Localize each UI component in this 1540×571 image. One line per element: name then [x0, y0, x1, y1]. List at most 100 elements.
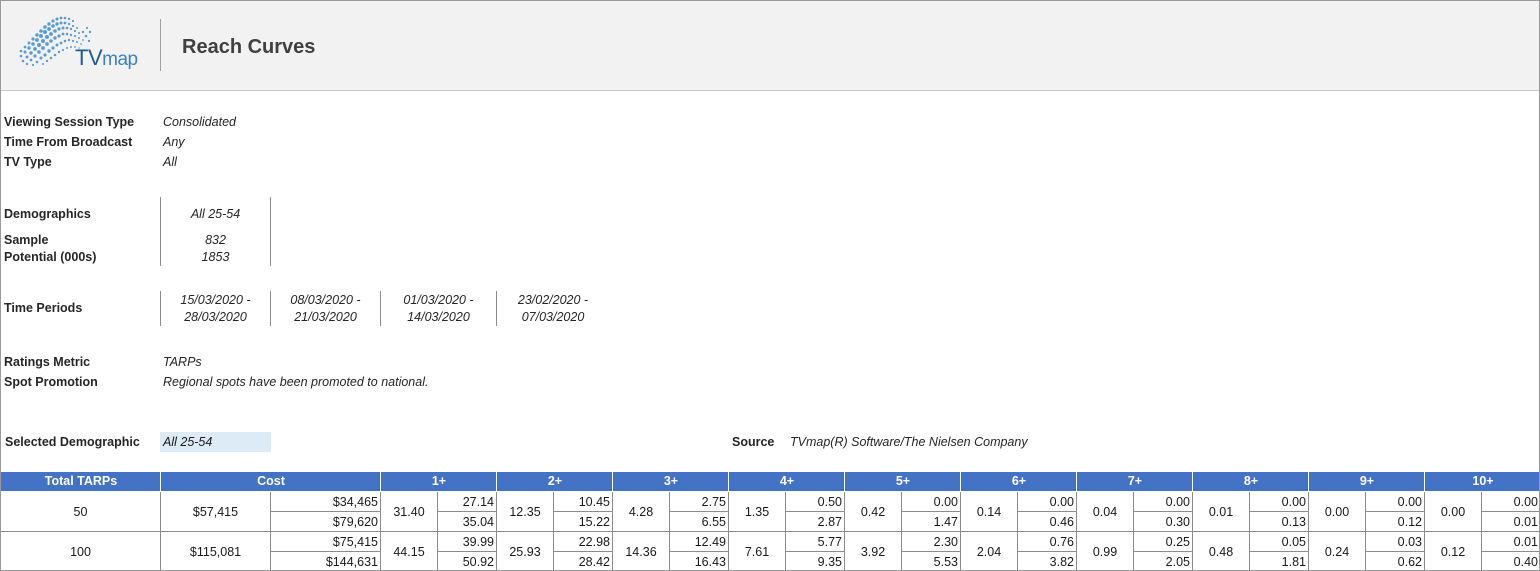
header-reach-2plus: 2+	[547, 474, 563, 488]
time-period-1-start: 15/03/2020 -	[180, 293, 251, 307]
header-reach-7plus: 7+	[1127, 474, 1143, 488]
selected-demographic-label: Selected Demographic	[5, 435, 140, 449]
selected-demographic-select[interactable]: All 25-54	[160, 432, 271, 452]
header-reach-8plus: 8+	[1243, 474, 1259, 488]
time-period-1: 15/03/2020 - 28/03/2020	[161, 292, 270, 326]
reach-low-cell: 0.00	[1049, 495, 1074, 509]
demographics-value: All 25-54	[190, 207, 241, 221]
source-label: Source	[732, 435, 775, 449]
time-period-2-start: 08/03/2020 -	[290, 293, 361, 307]
reach-high-cell: 0.13	[1281, 515, 1306, 529]
header-cost: Cost	[257, 474, 285, 488]
reach-high-cell: 6.55	[701, 515, 726, 529]
reach-low-cell: 0.00	[933, 495, 958, 509]
tv-type-label: TV Type	[4, 155, 52, 169]
time-period-2-end: 21/03/2020	[294, 310, 357, 324]
reach-value-cell: 2.04	[976, 545, 1002, 559]
ratings-metric-value: TARPs	[163, 355, 202, 369]
reach-value-cell: 0.99	[1092, 545, 1118, 559]
cost-high-cell: $144,631	[325, 555, 378, 569]
reach-low-cell: 39.99	[462, 535, 494, 549]
page-title: Reach Curves	[182, 36, 316, 58]
reach-value-cell: 0.12	[1440, 545, 1466, 559]
reach-low-cell: 0.01	[1513, 535, 1538, 549]
reach-value-cell: 31.40	[393, 505, 425, 519]
reach-high-cell: 16.43	[694, 555, 726, 569]
spot-promotion-value: Regional spots have been promoted to nat…	[163, 375, 429, 389]
reach-low-cell: 0.00	[1281, 495, 1306, 509]
reach-high-cell: 0.40	[1513, 555, 1538, 569]
reach-high-cell: 28.42	[578, 555, 610, 569]
reach-high-cell: 15.22	[578, 515, 610, 529]
time-period-1-end: 28/03/2020	[184, 310, 247, 324]
tarps-cell: 100	[70, 545, 91, 559]
header-divider	[160, 19, 161, 71]
time-period-4-start: 23/02/2020 -	[517, 293, 589, 307]
demographics-right-border	[270, 197, 271, 266]
header-reach-4plus: 4+	[779, 474, 795, 488]
reach-low-cell: 10.45	[578, 495, 610, 509]
reach-value-cell: 12.35	[509, 505, 541, 519]
reach-low-cell: 0.05	[1281, 535, 1306, 549]
time-from-broadcast-label: Time From Broadcast	[4, 135, 133, 149]
viewing-session-type-label: Viewing Session Type	[4, 115, 135, 129]
time-period-3-start: 01/03/2020 -	[403, 293, 474, 307]
reach-low-cell: 0.25	[1165, 535, 1190, 549]
time-period-3: 01/03/2020 - 14/03/2020	[381, 292, 496, 326]
table-header-row: Total TARPs Cost 1+ 2+ 3+ 4+ 5+ 6+ 7+ 8+ 9+ 10+	[1, 472, 1539, 491]
reach-value-cell: 0.00	[1440, 505, 1466, 519]
header-reach-9plus: 9+	[1359, 474, 1375, 488]
time-period-2: 08/03/2020 - 21/03/2020	[271, 292, 380, 326]
potential-label: Potential (000s)	[4, 250, 97, 264]
reach-low-cell: 2.75	[701, 495, 726, 509]
reach-high-cell: 2.05	[1165, 555, 1190, 569]
cost-high-cell: $79,620	[332, 515, 378, 529]
potential-value: 1853	[201, 250, 230, 264]
reach-high-cell: 1.47	[933, 515, 958, 529]
tvmap-logo-text: TVmap	[75, 45, 138, 71]
reach-value-cell: 7.61	[744, 545, 770, 559]
reach-high-cell: 3.82	[1049, 555, 1074, 569]
demographics-label: Demographics	[4, 207, 91, 221]
reach-value-cell: 0.14	[976, 505, 1002, 519]
reach-high-cell: 0.12	[1397, 515, 1422, 529]
reach-value-cell: 25.93	[509, 545, 541, 559]
reach-value-cell: 0.42	[860, 505, 886, 519]
ratings-metric-label: Ratings Metric	[4, 355, 91, 369]
cost-low-cell: $34,465	[332, 495, 378, 509]
cost-low-cell: $75,415	[332, 535, 378, 549]
reach-value-cell: 44.15	[393, 545, 425, 559]
time-periods-label: Time Periods	[4, 301, 83, 315]
reach-high-cell: 2.87	[817, 515, 842, 529]
reach-high-cell: 0.01	[1513, 515, 1538, 529]
reach-low-cell: 0.76	[1049, 535, 1074, 549]
reach-high-cell: 9.35	[817, 555, 842, 569]
reach-low-cell: 0.50	[817, 495, 842, 509]
reach-high-cell: 0.46	[1049, 515, 1074, 529]
reach-value-cell: 1.35	[744, 505, 770, 519]
reach-low-cell: 0.03	[1397, 535, 1422, 549]
sample-value: 832	[205, 233, 226, 247]
header-total-tarps: Total TARPs	[44, 474, 118, 488]
header-reach-3plus: 3+	[663, 474, 679, 488]
reach-low-cell: 0.00	[1513, 495, 1538, 509]
reach-value-cell: 14.36	[625, 545, 657, 559]
reach-high-cell: 0.30	[1165, 515, 1190, 529]
header-reach-1plus: 1+	[431, 474, 447, 488]
report-header: TVmap Reach Curves	[1, 1, 1539, 91]
reach-value-cell: 0.48	[1208, 545, 1234, 559]
reach-high-cell: 0.62	[1397, 555, 1422, 569]
reach-value-cell: 3.92	[860, 545, 886, 559]
reach-low-cell: 27.14	[462, 495, 494, 509]
reach-low-cell: 0.00	[1165, 495, 1190, 509]
reach-value-cell: 0.01	[1208, 505, 1234, 519]
time-from-broadcast-value: Any	[163, 135, 185, 149]
reach-value-cell: 4.28	[628, 505, 654, 519]
cost-cell: $57,415	[192, 505, 239, 519]
reach-low-cell: 5.77	[817, 535, 842, 549]
reach-high-cell: 5.53	[933, 555, 958, 569]
reach-value-cell: 0.04	[1092, 505, 1118, 519]
logo-map-text: map	[102, 49, 138, 70]
reach-low-cell: 0.00	[1397, 495, 1422, 509]
cost-cell: $115,081	[189, 545, 242, 559]
